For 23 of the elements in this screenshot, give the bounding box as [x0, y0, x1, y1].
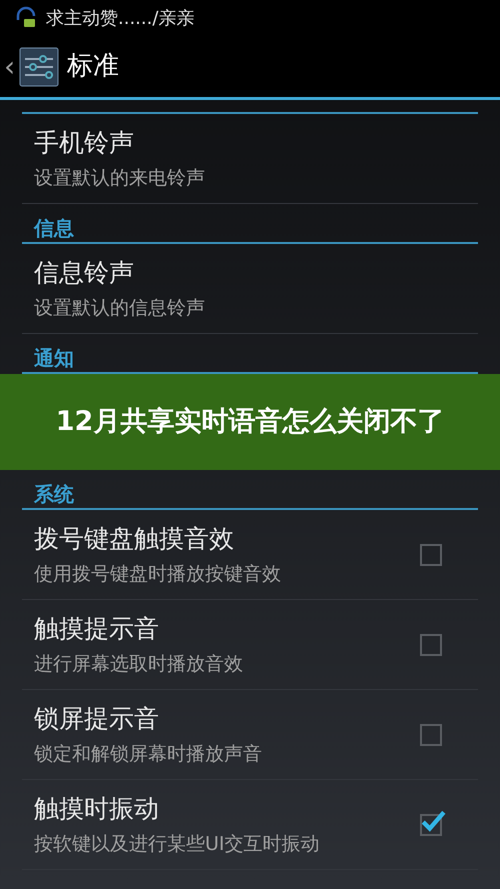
section-header: 系统 [34, 482, 74, 506]
setting-title: 锁屏提示音 [34, 702, 160, 734]
checkbox[interactable] [420, 544, 442, 566]
setting-title: 拨号键盘触摸音效 [34, 522, 235, 554]
back-button[interactable]: ‹ [4, 46, 16, 88]
setting-description: 设置默认的信息铃声 [34, 296, 205, 320]
setting-description: 设置默认的来电铃声 [34, 166, 205, 190]
screen-title: 标准 [67, 50, 120, 83]
setting-title: 信息铃声 [34, 256, 135, 288]
notification-text: 求主动赞....../亲亲 [46, 6, 194, 30]
checkbox[interactable] [420, 634, 442, 656]
banner-title: 12月共享实时语音怎么关闭不了 [56, 405, 444, 439]
section-header: 通知 [34, 346, 74, 370]
setting-title: 触摸提示音 [34, 612, 160, 644]
setting-description: 锁定和解锁屏幕时播放声音 [34, 742, 262, 766]
setting-title: 触摸时振动 [34, 792, 160, 824]
setting-description: 使用拨号键盘时播放按键音效 [34, 562, 281, 586]
setting-description: 进行屏幕选取时播放音效 [34, 652, 243, 676]
setting-description: 按软键以及进行某些UI交互时振动 [34, 832, 320, 856]
checkbox[interactable] [420, 724, 442, 746]
section-header: 信息 [34, 216, 74, 240]
setting-title: 手机铃声 [34, 126, 135, 158]
sliders-icon [19, 46, 60, 86]
